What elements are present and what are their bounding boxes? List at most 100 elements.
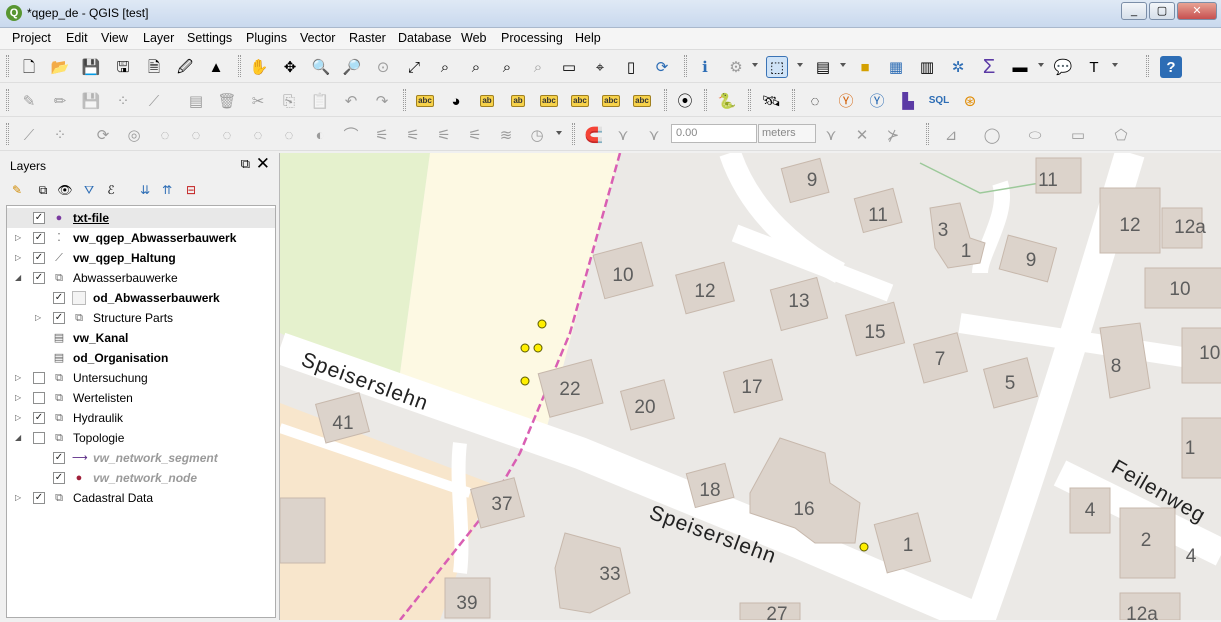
snapping-magnet-icon[interactable]: 🧲 <box>583 124 605 146</box>
remove-layer-icon[interactable]: ⊟ <box>182 181 200 199</box>
zoom-in-icon[interactable]: 🔍 <box>310 56 332 78</box>
layer-checkbox[interactable] <box>33 432 45 444</box>
split-parts-icon[interactable]: ⚟ <box>402 124 424 146</box>
zoom-out-icon[interactable]: 🔎 <box>341 56 363 78</box>
run-feature-action-icon[interactable]: ⚙ <box>725 56 747 78</box>
current-edits-icon[interactable]: ✎ <box>18 90 40 112</box>
layer-row[interactable]: ✓ ● txt-file <box>7 208 275 228</box>
deselect-all-icon[interactable]: ■ <box>854 56 876 78</box>
collapse-arrow-icon[interactable]: ◢ <box>15 433 21 442</box>
sql-query-icon[interactable]: SQL <box>928 90 950 112</box>
expand-arrow-icon[interactable]: ▷ <box>15 493 21 502</box>
collapse-arrow-icon[interactable]: ◢ <box>15 273 21 282</box>
undock-panel-icon[interactable]: ⧉ <box>241 156 250 172</box>
layer-diagram-icon[interactable]: ◕ <box>445 90 467 112</box>
new-bookmark-icon[interactable]: ⌖ <box>589 56 611 78</box>
snapping-tolerance-input[interactable]: 0.00 <box>671 124 757 143</box>
select-features-icon[interactable]: ⬚ <box>766 56 788 78</box>
vertex-tool-icon[interactable]: ⟋ <box>143 90 165 112</box>
group-row[interactable]: ▷ ✓ ⧉ Structure Parts <box>7 308 275 328</box>
menu-database[interactable]: Database <box>398 31 452 45</box>
layer-checkbox[interactable]: ✓ <box>53 312 65 324</box>
connect-icon[interactable]: ⊛ <box>959 90 981 112</box>
show-hide-labels-icon[interactable]: abc <box>538 90 560 112</box>
collapse-all-icon[interactable]: ⇈ <box>158 181 176 199</box>
pin-labels-icon[interactable]: ab <box>476 90 498 112</box>
layout-manager-icon[interactable]: 🖉 <box>174 56 196 78</box>
polygon-digitize-icon[interactable]: ⬠ <box>1110 124 1132 146</box>
zoom-to-selection-icon[interactable]: ⌕ <box>434 56 456 78</box>
simplify-feature-icon[interactable]: ◎ <box>123 124 145 146</box>
style-dock-icon[interactable]: ✎ <box>8 181 26 199</box>
topological-editing-icon[interactable]: ⋎ <box>820 124 842 146</box>
save-as-icon[interactable]: 🖫 <box>112 56 134 78</box>
expand-all-icon[interactable]: ⇊ <box>136 181 154 199</box>
menu-plugins[interactable]: Plugins <box>246 31 287 45</box>
ellipse-digitize-icon[interactable]: ⬭ <box>1024 124 1046 146</box>
profile-tool-icon[interactable]: ◌ <box>804 90 826 112</box>
delete-part-icon[interactable]: ◌ <box>278 124 300 146</box>
layer-checkbox[interactable]: ✓ <box>33 252 45 264</box>
group-row[interactable]: ◢ ⧉ Topologie <box>7 428 275 448</box>
statistical-summary-icon[interactable]: ▥ <box>916 56 938 78</box>
add-part-icon[interactable]: ◌ <box>185 124 207 146</box>
layer-checkbox[interactable]: ✓ <box>33 212 45 224</box>
undo-icon[interactable]: ↶ <box>340 90 362 112</box>
save-project-icon[interactable]: 💾 <box>80 56 102 78</box>
snap-type-icon[interactable]: ⋎ <box>643 124 665 146</box>
menu-help[interactable]: Help <box>575 31 601 45</box>
paste-features-icon[interactable]: 📋 <box>309 90 331 112</box>
open-attribute-table-icon[interactable]: ▦ <box>885 56 907 78</box>
text-annotation-icon[interactable]: T <box>1083 56 1105 78</box>
layer-row[interactable]: ▤ od_Organisation <box>7 348 275 368</box>
reshape-features-icon[interactable]: ◐ <box>309 124 331 146</box>
group-row[interactable]: ▷ ✓ ⧉ Cadastral Data <box>7 488 275 508</box>
expand-arrow-icon[interactable]: ▷ <box>15 253 21 262</box>
move-label-icon[interactable]: abc <box>569 90 591 112</box>
layer-checkbox[interactable] <box>33 372 45 384</box>
map-canvas[interactable]: 9 11 11 12 12a 3 1 9 10 10 12 13 15 7 5 … <box>279 153 1221 620</box>
layer-checkbox[interactable]: ✓ <box>33 412 45 424</box>
modify-attributes-icon[interactable]: ▤ <box>185 90 207 112</box>
layer-checkbox[interactable]: ✓ <box>33 272 45 284</box>
menu-web[interactable]: Web <box>461 31 486 45</box>
layer-row[interactable]: ✓ ⟶ vw_network_segment <box>7 448 275 468</box>
layer-row[interactable]: ▷ ✓ ⁚ vw_qgep_Abwasserbauwerk <box>7 228 275 248</box>
circle-digitize-icon[interactable]: ◯ <box>981 124 1003 146</box>
layer-checkbox[interactable] <box>33 392 45 404</box>
layer-row[interactable]: ▷ ✓ ⟋ vw_qgep_Haltung <box>7 248 275 268</box>
menu-settings[interactable]: Settings <box>187 31 232 45</box>
expand-arrow-icon[interactable]: ▷ <box>15 373 21 382</box>
open-project-icon[interactable]: 📂 <box>49 56 71 78</box>
merge-attributes-icon[interactable]: ⚟ <box>464 124 486 146</box>
zoom-next-icon[interactable]: ⌕ <box>527 56 549 78</box>
rotate-label-icon[interactable]: abc <box>600 90 622 112</box>
expand-arrow-icon[interactable]: ▷ <box>15 393 21 402</box>
expand-arrow-icon[interactable]: ▷ <box>15 233 21 242</box>
python-console-icon[interactable]: 🐍 <box>716 90 738 112</box>
zoom-native-icon[interactable]: ⊙ <box>372 56 394 78</box>
menu-edit[interactable]: Edit <box>66 31 88 45</box>
menu-project[interactable]: Project <box>12 31 51 45</box>
self-snapping-icon[interactable]: ⊁ <box>882 124 904 146</box>
layer-checkbox[interactable]: ✓ <box>33 492 45 504</box>
refresh-icon[interactable]: ⟳ <box>651 56 673 78</box>
menu-layer[interactable]: Layer <box>143 31 174 45</box>
rotate-feature-icon[interactable]: ⟳ <box>92 124 114 146</box>
pan-to-selection-icon[interactable]: ✥ <box>279 56 301 78</box>
expand-arrow-icon[interactable]: ▷ <box>15 413 21 422</box>
snap-intersection-icon[interactable]: ✕ <box>851 124 873 146</box>
delete-ring-icon[interactable]: ◌ <box>247 124 269 146</box>
upstream-tool-icon[interactable]: Ⓨ <box>835 90 857 112</box>
show-bookmarks-icon[interactable]: ▯ <box>620 56 642 78</box>
group-row[interactable]: ▷ ⧉ Wertelisten <box>7 388 275 408</box>
layer-checkbox[interactable]: ✓ <box>33 232 45 244</box>
highlight-pinned-labels-icon[interactable]: ab <box>507 90 529 112</box>
menu-processing[interactable]: Processing <box>501 31 563 45</box>
new-map-view-icon[interactable]: ▭ <box>558 56 580 78</box>
layer-checkbox[interactable]: ✓ <box>53 452 65 464</box>
filter-legend-icon[interactable]: ⛛ <box>80 181 98 199</box>
layer-checkbox[interactable]: ✓ <box>53 292 65 304</box>
close-panel-icon[interactable]: ✕ <box>256 154 270 174</box>
save-layer-edits-icon[interactable]: 💾 <box>80 90 102 112</box>
